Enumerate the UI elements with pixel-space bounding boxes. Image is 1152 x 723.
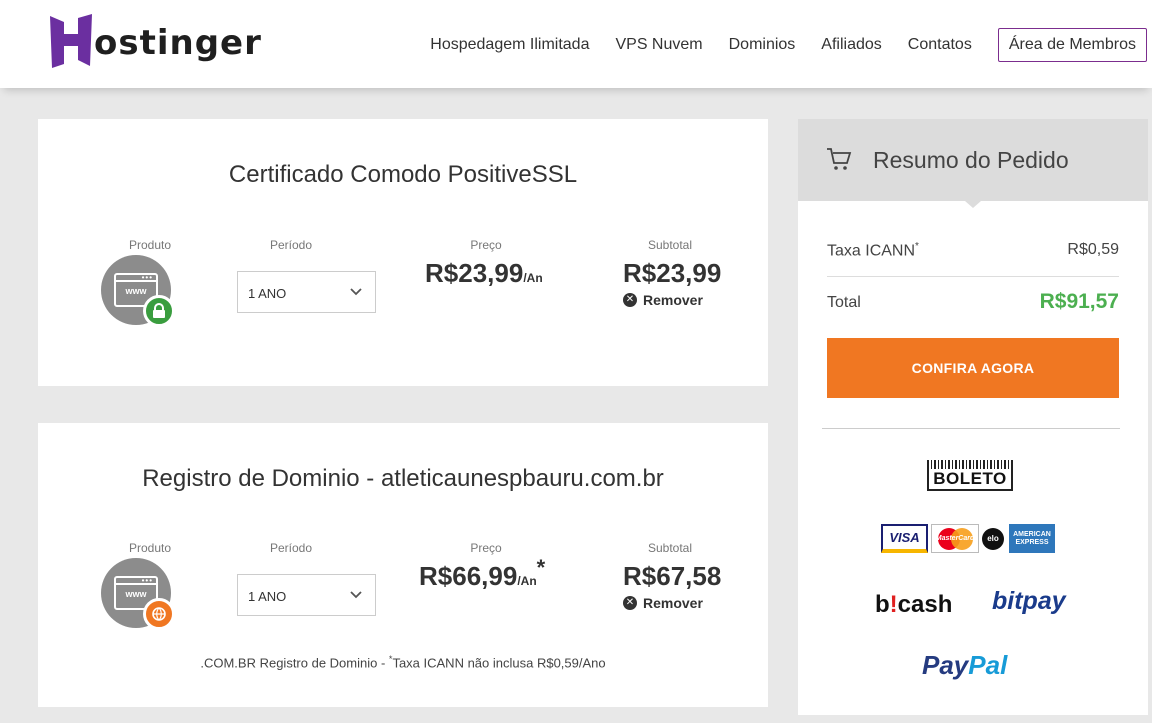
boleto-text: BOLETO xyxy=(927,469,1013,491)
period-label: Período xyxy=(269,238,313,252)
paypal-pay: Pay xyxy=(922,650,969,680)
subtotal-value: R$67,58 xyxy=(623,561,722,591)
icann-note: .COM.BR Registro de Dominio - *Taxa ICAN… xyxy=(38,654,768,670)
members-area-button[interactable]: Área de Membros xyxy=(997,28,1147,62)
www-text: www xyxy=(125,589,147,599)
logo-h-icon xyxy=(50,14,92,68)
cart-icon xyxy=(827,148,852,170)
card-brands: VISA MasterCard elo AMERICAN EXPRESS xyxy=(881,524,1058,553)
mastercard-text: MasterCard xyxy=(935,535,975,542)
bcash-mark: ! xyxy=(889,591,898,618)
product-card-domain: Registro de Dominio - atleticaunespbauru… xyxy=(38,423,768,707)
logo-text: ostinger xyxy=(94,23,262,63)
period-label: Período xyxy=(269,541,313,555)
summary-header: Resumo do Pedido xyxy=(798,119,1148,208)
remove-label: Remover xyxy=(643,292,703,308)
price-asterisk: * xyxy=(536,555,546,580)
price-value: R$23,99 xyxy=(425,258,524,288)
price-unit: /An xyxy=(523,271,543,285)
unit-price: R$66,99/An* xyxy=(419,555,545,592)
icann-fee-label: Taxa ICANN xyxy=(827,242,916,260)
close-circle-icon: ✕ xyxy=(623,293,637,307)
note-prefix: .COM.BR Registro de Dominio - xyxy=(200,655,389,671)
period-select[interactable]: 1 ANO xyxy=(237,271,376,313)
remove-button[interactable]: ✕ Remover xyxy=(623,292,703,308)
mastercard-logo: MasterCard xyxy=(931,524,979,553)
product-card-ssl: Certificado Comodo PositiveSSL Produto P… xyxy=(38,119,768,386)
period-value: 1 ANO xyxy=(248,589,287,604)
bcash-rest: cash xyxy=(897,591,953,618)
order-summary: Resumo do Pedido Taxa ICANN* R$0,59 Tota… xyxy=(798,119,1148,715)
price-label: Preço xyxy=(470,541,502,555)
remove-button[interactable]: ✕ Remover xyxy=(623,595,703,611)
site-header: ostinger Hospedagem Ilimitada VPS Nuvem … xyxy=(0,0,1152,88)
unit-price: R$23,99/An xyxy=(425,258,543,289)
subtotal-value: R$23,99 xyxy=(623,258,722,288)
hostinger-logo[interactable]: ostinger xyxy=(46,12,262,70)
paypal-logo: PayPal xyxy=(922,650,1007,681)
globe-icon xyxy=(143,598,175,630)
payments-divider xyxy=(822,428,1120,429)
note-suffix: Taxa ICANN não inclusa R$0,59/Ano xyxy=(392,655,606,671)
amex-logo: AMERICAN EXPRESS xyxy=(1009,524,1055,553)
period-value: 1 ANO xyxy=(248,286,287,301)
nav-contatos[interactable]: Contatos xyxy=(908,36,972,54)
product-website-icon: ••• www xyxy=(101,255,175,327)
paypal-pal: Pal xyxy=(968,650,1008,680)
nav-dominios[interactable]: Dominios xyxy=(729,36,796,54)
price-unit: /An xyxy=(517,574,537,588)
product-label: Produto xyxy=(128,238,172,252)
nav-afiliados[interactable]: Afiliados xyxy=(821,36,881,54)
summary-title: Resumo do Pedido xyxy=(873,147,1069,173)
nav-vps[interactable]: VPS Nuvem xyxy=(615,36,702,54)
lock-icon xyxy=(143,295,175,327)
icann-fee-value: R$0,59 xyxy=(1067,241,1119,258)
remove-label: Remover xyxy=(643,595,703,611)
close-circle-icon: ✕ xyxy=(623,596,637,610)
subtotal-label: Subtotal xyxy=(647,541,693,555)
price-value: R$66,99 xyxy=(419,561,518,591)
total-row: Total R$91,57 xyxy=(827,290,1119,313)
chevron-down-icon xyxy=(350,591,362,599)
icann-asterisk: * xyxy=(915,241,919,252)
checkout-button[interactable]: CONFIRA AGORA xyxy=(827,338,1119,398)
price-label: Preço xyxy=(470,238,502,252)
bcash-logo: b!cash xyxy=(875,591,952,619)
product-title: Certificado Comodo PositiveSSL xyxy=(228,161,578,188)
summary-divider xyxy=(827,276,1119,277)
subtotal-label: Subtotal xyxy=(647,238,693,252)
bcash-b: b xyxy=(875,591,890,618)
www-text: www xyxy=(125,286,147,296)
chevron-down-icon xyxy=(350,288,362,296)
bitpay-logo: bitpay xyxy=(992,587,1066,615)
total-label: Total xyxy=(827,294,861,311)
main-nav: Hospedagem Ilimitada VPS Nuvem Dominios … xyxy=(430,28,1147,62)
icann-fee-row: Taxa ICANN* R$0,59 xyxy=(827,241,1119,260)
visa-logo: VISA xyxy=(881,524,928,553)
elo-logo: elo xyxy=(982,527,1004,550)
period-select[interactable]: 1 ANO xyxy=(237,574,376,616)
product-label: Produto xyxy=(128,541,172,555)
total-value: R$91,57 xyxy=(1039,290,1119,313)
boleto-logo: BOLETO xyxy=(927,460,1013,491)
product-title: Registro de Dominio - atleticaunespbauru… xyxy=(142,465,664,492)
product-website-icon: ••• www xyxy=(101,558,175,630)
nav-hospedagem[interactable]: Hospedagem Ilimitada xyxy=(430,36,589,54)
